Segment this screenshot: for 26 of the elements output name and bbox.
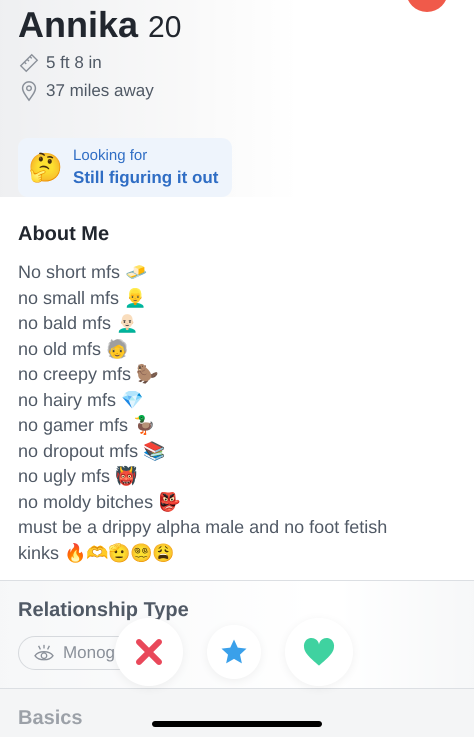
bio-line: no ugly mfs 👹	[18, 464, 138, 488]
emoji: 🤔	[28, 151, 63, 184]
detail-text: 5 ft 8 in	[46, 53, 102, 73]
bio-line: no moldy bitches 👺	[18, 490, 182, 514]
bio-line: must be a drippy alpha male and no foot fetish kinks 🔥🫶🫡😵‍💫😩	[18, 516, 388, 565]
bio-line: no bald mfs 👨🏻‍🦲	[18, 312, 140, 335]
bio-line: no old mfs 🧓	[18, 338, 130, 361]
profile-name: Annika	[18, 4, 138, 46]
looking-for-label: Looking for	[73, 147, 148, 164]
bio-line: no small mfs 👱‍♂	[18, 286, 148, 310]
profile-age: 20	[148, 11, 182, 45]
chip-text: Monog	[63, 643, 115, 663]
bio-line: No short mfs 🧈	[18, 261, 148, 284]
section-heading: Relationship Type	[18, 599, 190, 622]
section-heading: About Me	[18, 223, 110, 246]
bio-line: no dropout mfs 📚	[18, 440, 166, 463]
detail-text: 37 miles away	[46, 81, 154, 101]
bio-line: no hairy mfs 💎	[18, 388, 144, 412]
bio-line: no creepy mfs 🦫	[18, 363, 160, 386]
x-icon	[134, 637, 164, 667]
bio-line: no gamer mfs 🦆	[18, 414, 156, 437]
heart-icon	[302, 637, 336, 667]
ruler-icon	[18, 52, 40, 74]
eye-icon	[33, 644, 55, 662]
looking-for-value: Still figuring it out	[73, 168, 218, 188]
section-heading: Basics	[18, 707, 82, 730]
